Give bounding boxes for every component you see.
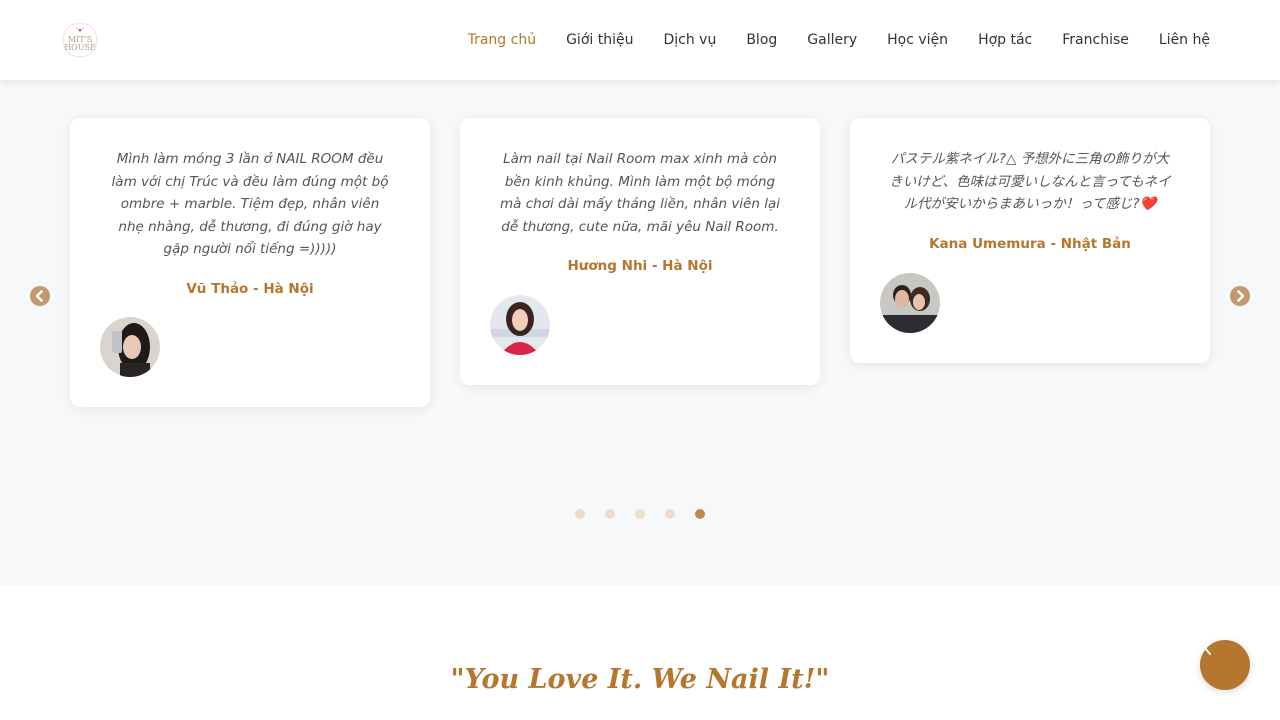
nav-item-hoc-vien[interactable]: Học viện (887, 30, 948, 50)
pagination-dot[interactable] (575, 509, 585, 519)
avatar (100, 317, 160, 377)
chevron-up-icon (1204, 647, 1211, 655)
logo-text: MIT'S HOUSE (64, 35, 96, 52)
nav-item-dich-vu[interactable]: Dịch vụ (663, 30, 716, 50)
chevron-left-circle-icon (35, 290, 43, 302)
testimonial-quote: Mình làm móng 3 lần ở NAIL ROOM đều làm … (111, 151, 389, 257)
slider-pagination (575, 509, 705, 519)
pagination-dot[interactable] (635, 509, 645, 519)
testimonial-quote: Làm nail tại Nail Room max xinh mà còn b… (500, 151, 780, 235)
testimonial-author: Hương Nhi - Hà Nội (567, 258, 713, 274)
nav-item-gallery[interactable]: Gallery (807, 30, 857, 50)
pagination-dot[interactable] (605, 509, 615, 519)
nav-item-lien-he[interactable]: Liên hệ (1159, 30, 1210, 50)
scroll-to-top-button[interactable] (1200, 640, 1250, 690)
testimonial-card: パステル紫ネイル?△ 予想外に三角の飾りが大きいけど、色味は可愛いしなんと言って… (850, 118, 1210, 363)
testimonial-quote: パステル紫ネイル?△ 予想外に三角の飾りが大きいけど、色味は可愛いしなんと言って… (889, 151, 1171, 212)
testimonial-card: Làm nail tại Nail Room max xinh mà còn b… (460, 118, 820, 385)
avatar (490, 295, 550, 355)
testimonial-card: Mình làm móng 3 lần ở NAIL ROOM đều làm … (70, 118, 430, 407)
nav-item-hop-tac[interactable]: Hợp tác (978, 30, 1032, 50)
prev-slide-button[interactable] (30, 286, 50, 306)
avatar-photo-icon (880, 273, 940, 333)
pagination-dot-active[interactable] (695, 509, 705, 519)
chevron-right-circle-icon (1237, 290, 1245, 302)
slogan-heading: "You Love It. We Nail It!" (450, 664, 830, 695)
nav-item-gioi-thieu[interactable]: Giới thiệu (566, 30, 633, 50)
site-header: MIT'S HOUSE Trang chủ Giới thiệu Dịch vụ… (0, 0, 1280, 80)
main-nav: Trang chủ Giới thiệu Dịch vụ Blog Galler… (468, 30, 1210, 50)
avatar-photo-icon (490, 295, 550, 355)
testimonial-author: Vũ Thảo - Hà Nội (186, 280, 314, 297)
avatar (880, 273, 940, 333)
testimonial-author: Kana Umemura - Nhật Bản (929, 235, 1131, 252)
next-slide-button[interactable] (1230, 286, 1250, 306)
avatar-photo-icon (100, 317, 160, 377)
site-logo[interactable]: MIT'S HOUSE (62, 20, 98, 60)
testimonials-section: Mình làm móng 3 lần ở NAIL ROOM đều làm … (0, 80, 1280, 585)
nav-item-blog[interactable]: Blog (746, 30, 777, 50)
nav-item-trang-chu[interactable]: Trang chủ (468, 30, 536, 50)
pagination-dot[interactable] (665, 509, 675, 519)
nav-item-franchise[interactable]: Franchise (1062, 30, 1129, 50)
